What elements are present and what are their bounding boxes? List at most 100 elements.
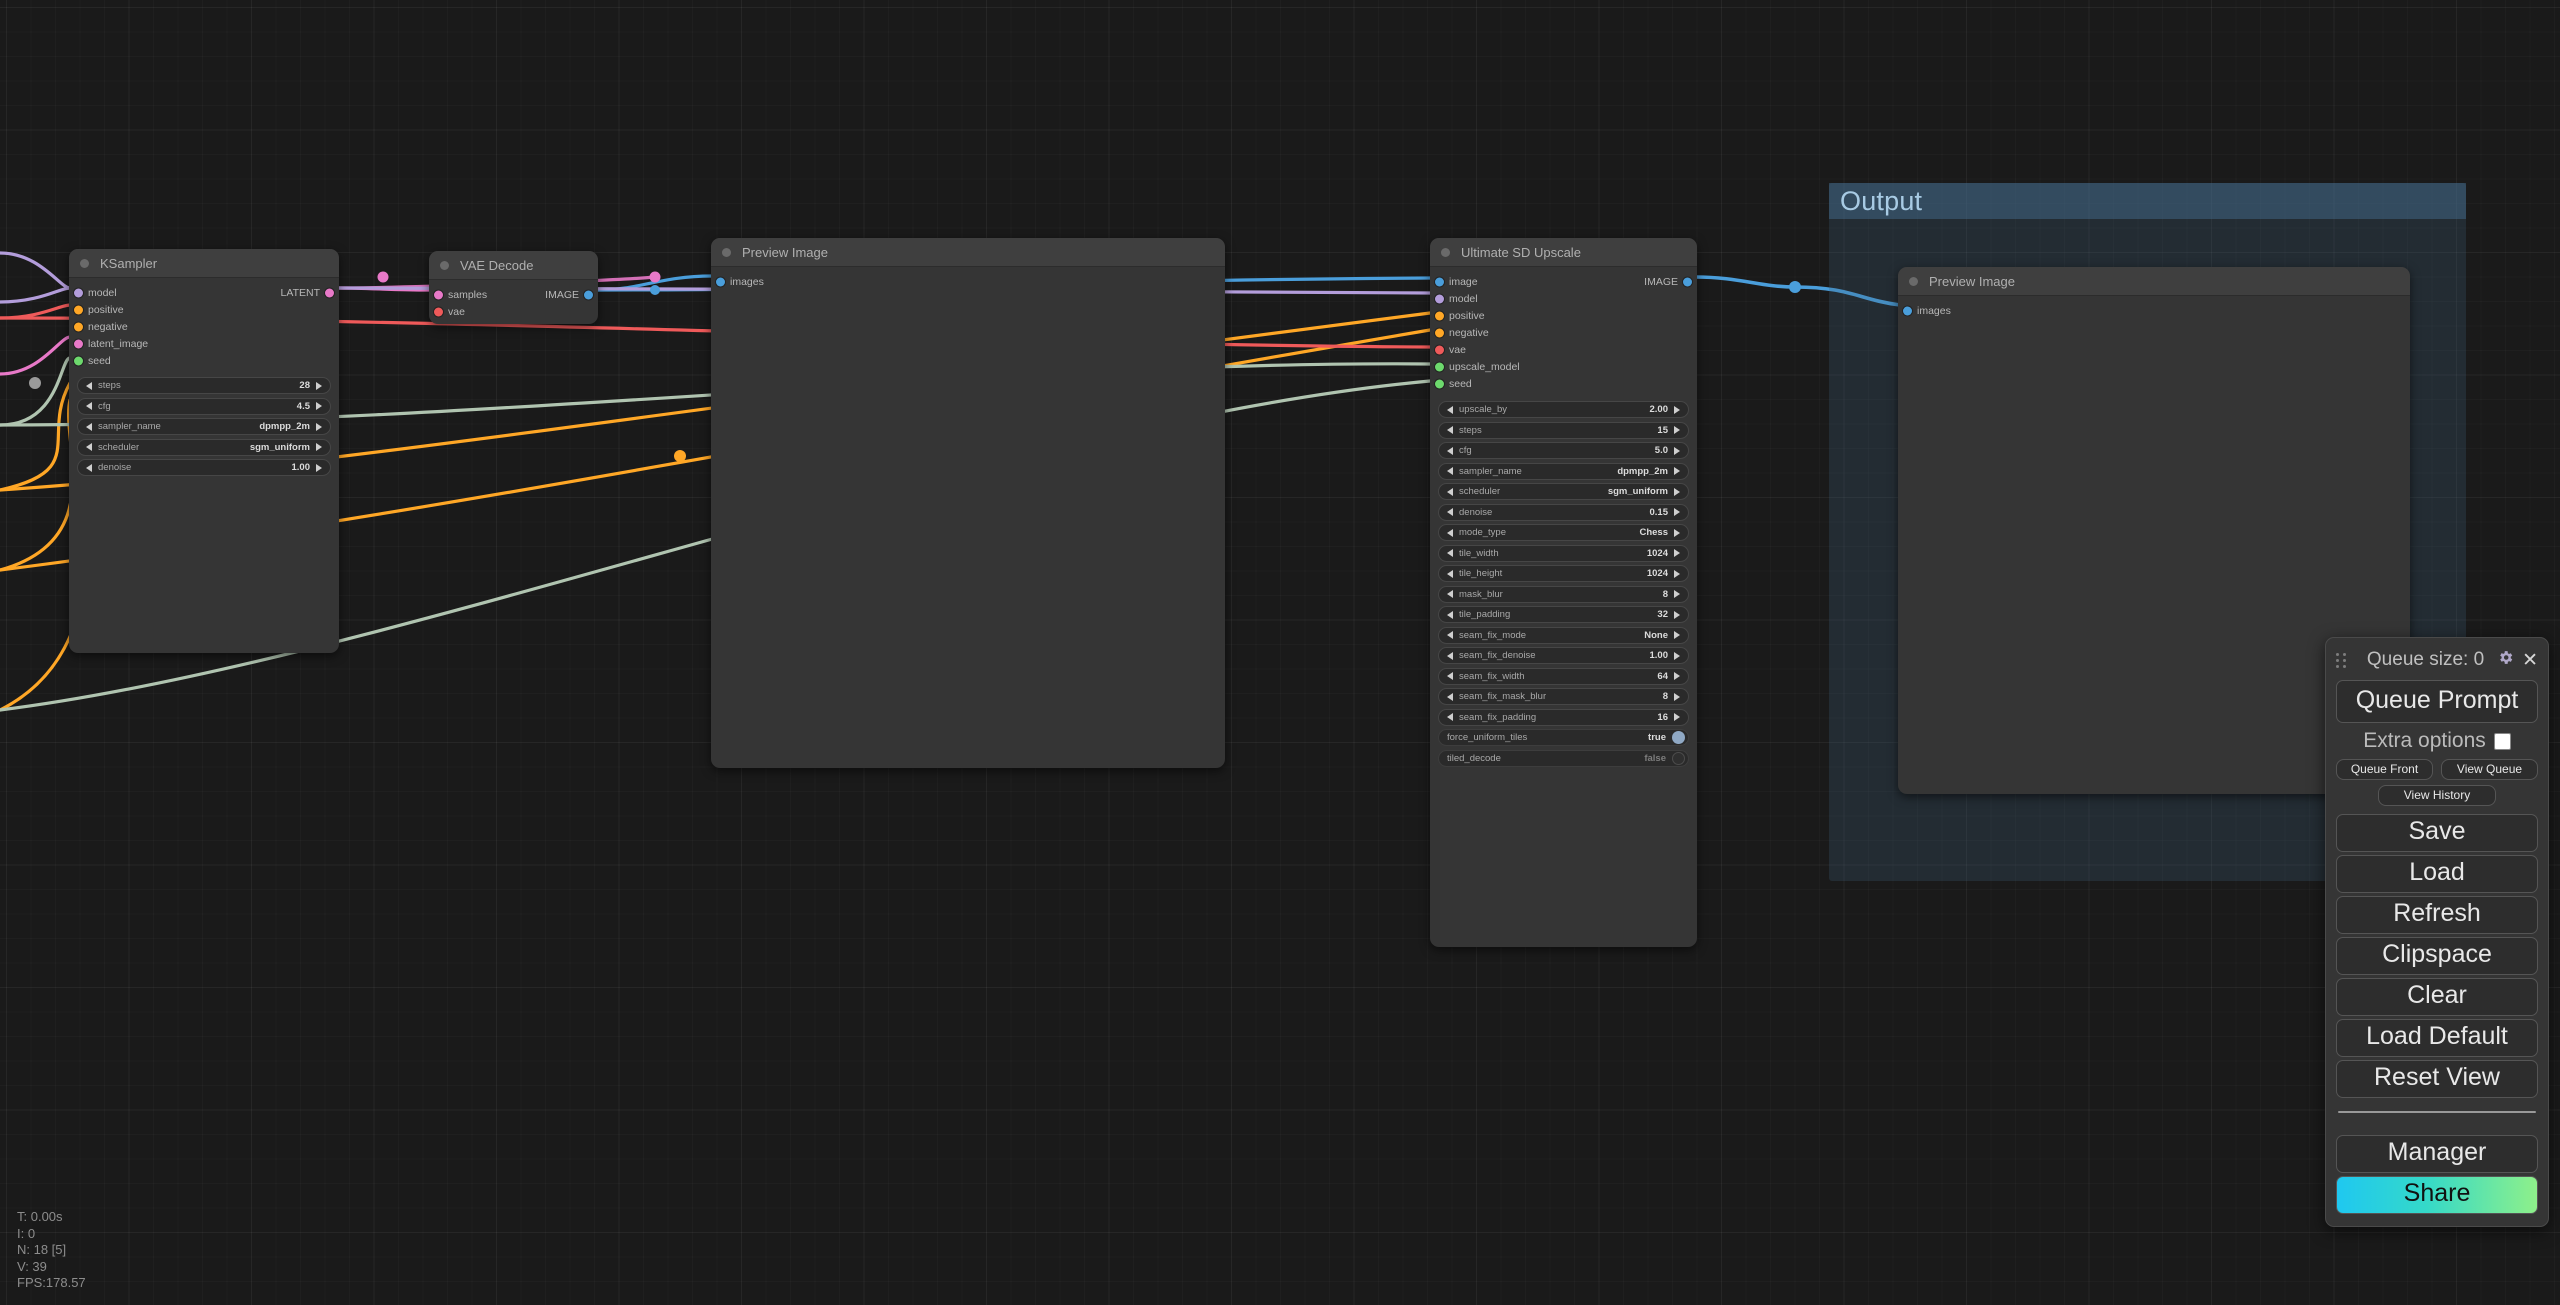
widget-mode-type[interactable]: mode_type Chess — [1438, 524, 1689, 541]
widget-tiled-decode[interactable]: tiled_decode false — [1438, 749, 1689, 767]
decrement-icon[interactable] — [1447, 631, 1453, 639]
toggle-knob-icon[interactable] — [1672, 751, 1685, 765]
input-slot-images[interactable]: images — [711, 273, 1225, 290]
widget-mask-blur[interactable]: mask_blur 8 — [1438, 585, 1689, 603]
input-slot-positive[interactable]: positive — [69, 301, 339, 318]
node-collapse-icon[interactable] — [1441, 247, 1450, 257]
load-button[interactable]: Load — [2336, 855, 2538, 893]
extra-options-checkbox[interactable] — [2493, 732, 2511, 750]
decrement-icon[interactable] — [1447, 467, 1453, 475]
input-slot-latent-image[interactable]: latent_image — [69, 335, 339, 352]
clipspace-button[interactable]: Clipspace — [2336, 937, 2538, 975]
clear-button[interactable]: Clear — [2336, 978, 2538, 1016]
toggle-knob-icon[interactable] — [1672, 731, 1685, 744]
slot-dot-icon[interactable] — [1435, 345, 1444, 354]
widget-seam-fix-denoise[interactable]: seam_fix_denoise 1.00 — [1438, 647, 1689, 664]
slot-dot-icon[interactable] — [74, 339, 83, 348]
widget-value[interactable]: 1.00 — [1650, 650, 1669, 661]
decrement-icon[interactable] — [1447, 405, 1453, 414]
widget-denoise[interactable]: denoise 0.15 — [1438, 503, 1689, 521]
reset-view-button[interactable]: Reset View — [2336, 1060, 2538, 1098]
decrement-icon[interactable] — [86, 381, 92, 390]
widget-value[interactable]: 2.00 — [1650, 404, 1669, 415]
node-collapse-icon[interactable] — [1909, 276, 1918, 286]
increment-icon[interactable] — [1674, 672, 1680, 680]
increment-icon[interactable] — [1674, 528, 1680, 537]
slot-dot-icon[interactable] — [74, 288, 83, 297]
share-button[interactable]: Share — [2336, 1176, 2538, 1214]
input-slot-model[interactable]: model — [1430, 290, 1697, 307]
widget-seam-fix-mask-blur[interactable]: seam_fix_mask_blur 8 — [1438, 688, 1689, 705]
increment-icon[interactable] — [1674, 467, 1680, 475]
decrement-icon[interactable] — [1447, 487, 1453, 496]
node-collapse-icon[interactable] — [440, 260, 449, 270]
slot-dot-icon[interactable] — [1435, 362, 1444, 371]
widget-upscale-by[interactable]: upscale_by 2.00 — [1438, 401, 1689, 418]
widget-value[interactable]: 16 — [1657, 712, 1668, 723]
increment-icon[interactable] — [1674, 713, 1680, 721]
widget-value[interactable]: Chess — [1639, 527, 1668, 538]
decrement-icon[interactable] — [86, 422, 92, 431]
widget-seam-fix-mode[interactable]: seam_fix_mode None — [1438, 626, 1689, 644]
widget-value[interactable]: 1024 — [1647, 548, 1668, 559]
save-button[interactable]: Save — [2336, 814, 2538, 852]
input-slot-negative[interactable]: negative — [69, 318, 339, 335]
slot-dot-icon[interactable] — [1435, 328, 1444, 337]
decrement-icon[interactable] — [1447, 610, 1453, 619]
slot-dot-icon[interactable] — [434, 290, 443, 299]
slot-dot-icon[interactable] — [434, 307, 443, 316]
widget-value[interactable]: 4.5 — [297, 401, 310, 412]
increment-icon[interactable] — [316, 422, 322, 431]
decrement-icon[interactable] — [1447, 672, 1453, 680]
input-slot-positive[interactable]: positive — [1430, 307, 1697, 324]
output-slot-dot-icon[interactable] — [584, 290, 593, 299]
widget-tile-padding[interactable]: tile_padding 32 — [1438, 606, 1689, 623]
input-slot-images[interactable]: images — [1898, 302, 2410, 319]
decrement-icon[interactable] — [86, 402, 92, 410]
node-graph-canvas[interactable]: Output KSampler model LATENT positive ne… — [0, 0, 2560, 1305]
decrement-icon[interactable] — [1447, 713, 1453, 721]
increment-icon[interactable] — [1674, 692, 1680, 701]
increment-icon[interactable] — [316, 443, 322, 451]
widget-sampler-name[interactable]: sampler_name dpmpp_2m — [1438, 462, 1689, 480]
node-titlebar[interactable]: Preview Image — [1898, 267, 2410, 296]
increment-icon[interactable] — [1674, 549, 1680, 557]
widget-value[interactable]: dpmpp_2m — [259, 421, 310, 432]
widget-sampler-name[interactable]: sampler_name dpmpp_2m — [77, 418, 331, 435]
decrement-icon[interactable] — [1447, 508, 1453, 516]
decrement-icon[interactable] — [1447, 569, 1453, 578]
widget-tile-width[interactable]: tile_width 1024 — [1438, 544, 1689, 562]
load-default-button[interactable]: Load Default — [2336, 1019, 2538, 1057]
decrement-icon[interactable] — [1447, 426, 1453, 434]
widget-value[interactable]: 1024 — [1647, 568, 1668, 579]
increment-icon[interactable] — [1674, 405, 1680, 414]
increment-icon[interactable] — [1674, 651, 1680, 660]
widget-cfg[interactable]: cfg 4.5 — [77, 397, 331, 415]
widget-value[interactable]: None — [1644, 630, 1668, 641]
slot-dot-icon[interactable] — [1903, 306, 1912, 315]
node-ksampler[interactable]: KSampler model LATENT positive negative … — [69, 249, 339, 653]
input-slot-seed[interactable]: seed — [1430, 375, 1697, 392]
increment-icon[interactable] — [316, 402, 322, 410]
increment-icon[interactable] — [316, 381, 322, 390]
node-collapse-icon[interactable] — [722, 247, 731, 257]
input-slot-vae[interactable]: vae — [429, 303, 598, 320]
node-collapse-icon[interactable] — [80, 258, 89, 268]
input-slot-negative[interactable]: negative — [1430, 324, 1697, 341]
slot-dot-icon[interactable] — [1435, 311, 1444, 320]
widget-force-uniform-tiles[interactable]: force_uniform_tiles true — [1438, 729, 1689, 746]
widget-value[interactable]: 5.0 — [1655, 445, 1668, 456]
widget-cfg[interactable]: cfg 5.0 — [1438, 442, 1689, 459]
node-preview-image[interactable]: Preview Image images — [711, 238, 1225, 768]
queue-prompt-button[interactable]: Queue Prompt — [2336, 680, 2538, 723]
slot-dot-icon[interactable] — [1435, 277, 1444, 286]
increment-icon[interactable] — [1674, 569, 1680, 578]
node-titlebar[interactable]: KSampler — [69, 249, 339, 278]
widget-value[interactable]: 8 — [1663, 691, 1668, 702]
extra-options-row[interactable]: Extra options — [2336, 729, 2538, 753]
widget-seam-fix-padding[interactable]: seam_fix_padding 16 — [1438, 708, 1689, 726]
widget-value[interactable]: 0.15 — [1650, 507, 1669, 518]
node-titlebar[interactable]: Preview Image — [711, 238, 1225, 267]
input-slot-upscale-model[interactable]: upscale_model — [1430, 358, 1697, 375]
widget-denoise[interactable]: denoise 1.00 — [77, 459, 331, 476]
